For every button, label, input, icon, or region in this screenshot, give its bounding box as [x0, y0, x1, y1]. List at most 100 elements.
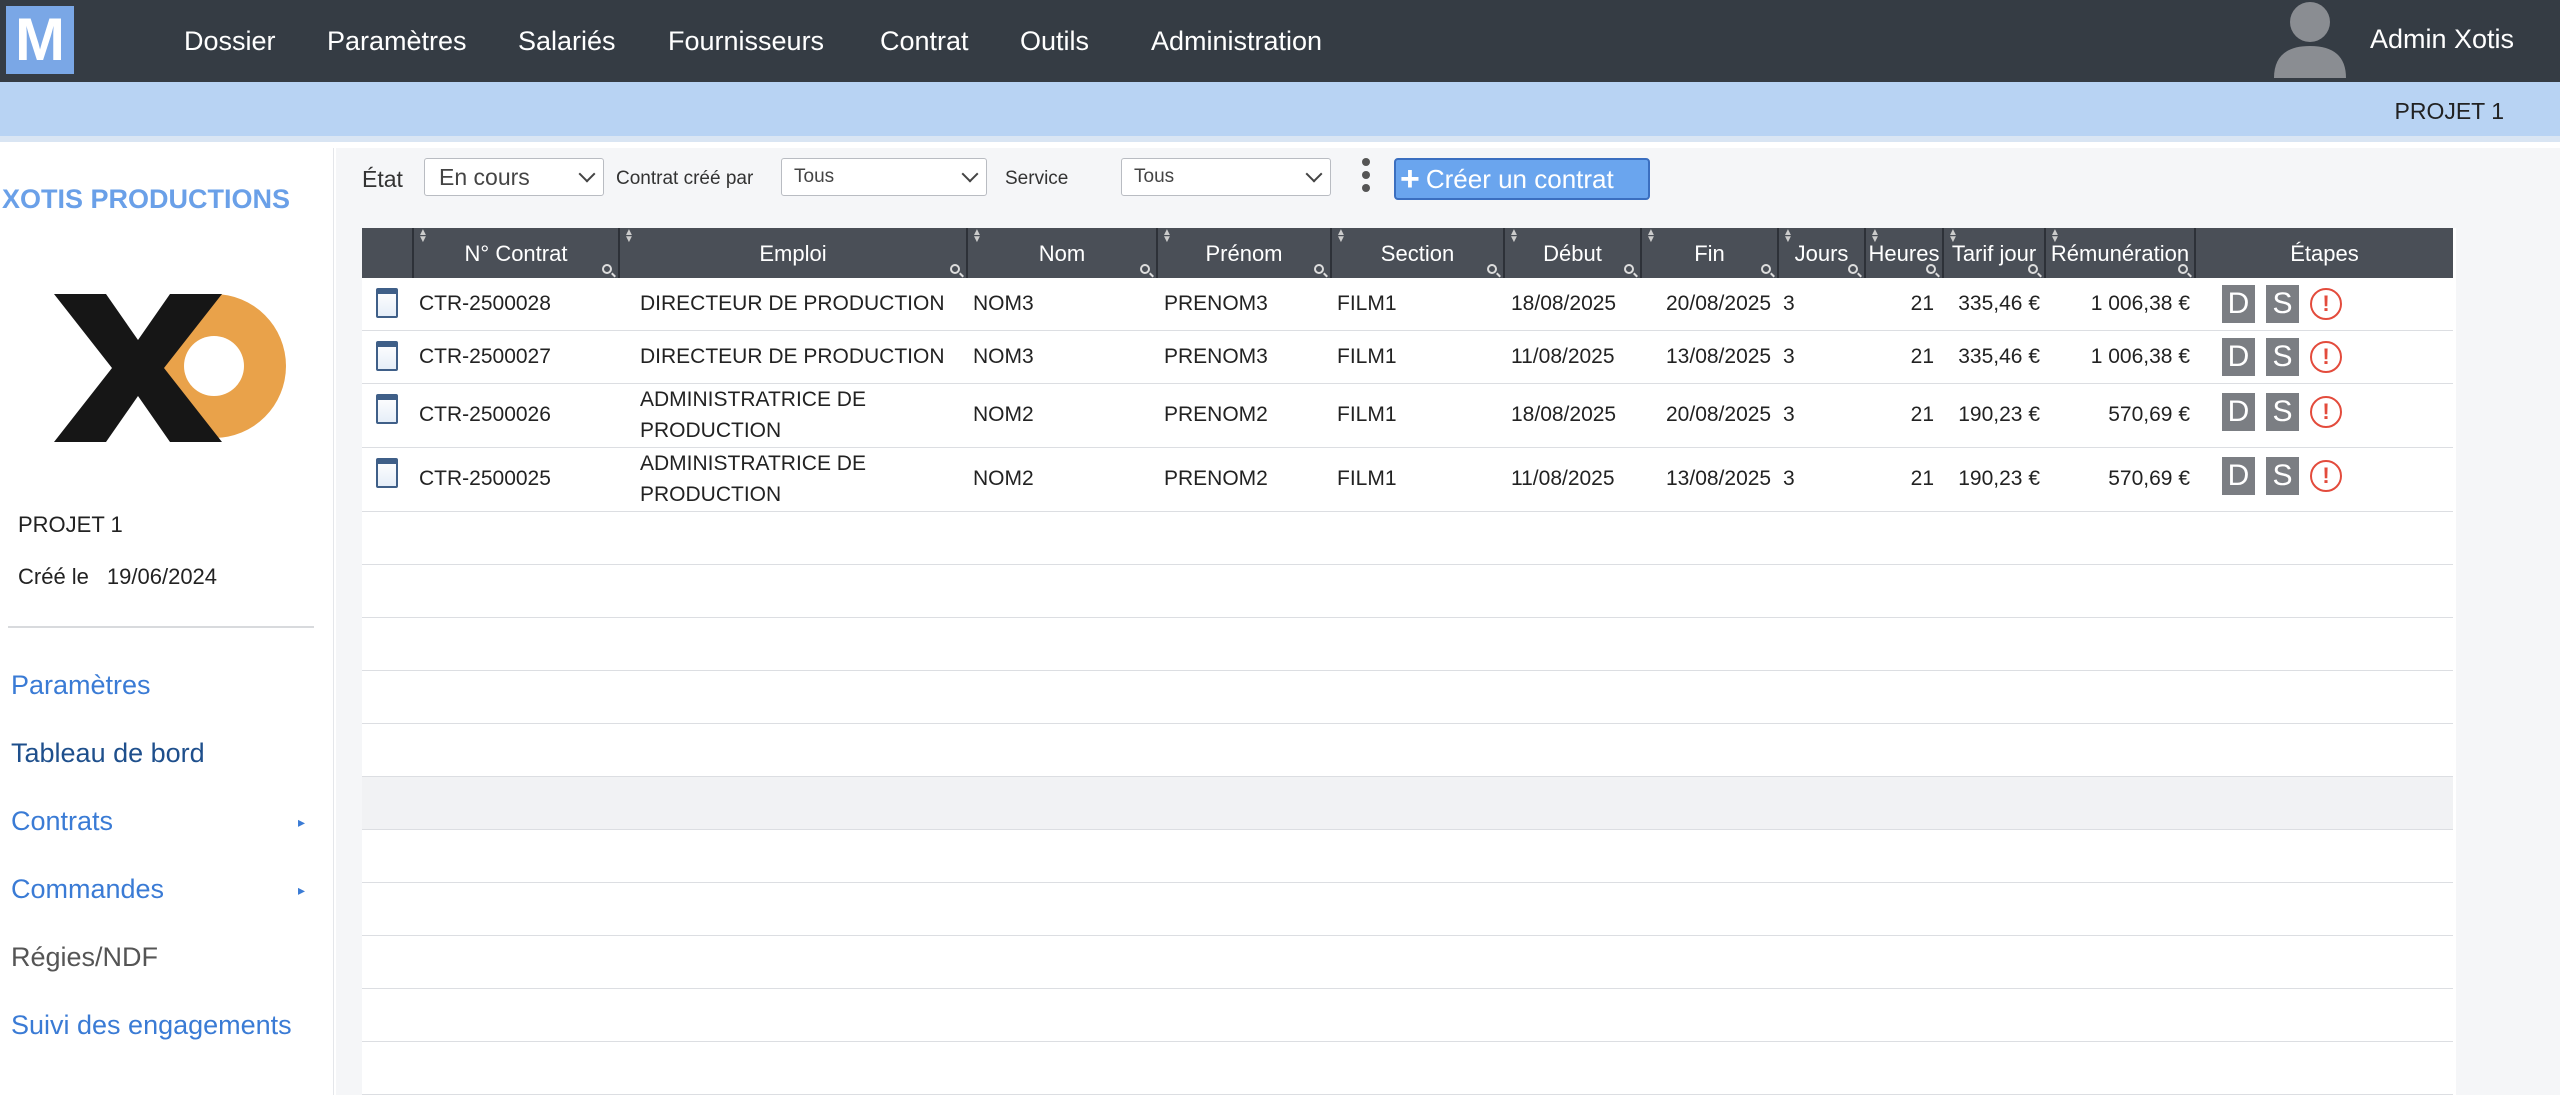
search-icon[interactable]: [602, 264, 612, 274]
sidebar-item-parametres[interactable]: Paramètres: [11, 670, 151, 701]
header-jours-label: Jours: [1794, 241, 1849, 266]
cree-par-select-value: Tous: [794, 166, 835, 187]
nav-fournisseurs[interactable]: Fournisseurs: [668, 26, 824, 57]
nav-contrat[interactable]: Contrat: [880, 26, 969, 57]
cell-jours: 3: [1783, 403, 1795, 426]
warning-icon[interactable]: !: [2310, 341, 2342, 373]
header-remuneration[interactable]: ▲ ▼ Rémunération: [2046, 228, 2196, 278]
search-icon[interactable]: [1487, 264, 1497, 274]
nav-salaries[interactable]: Salariés: [518, 26, 616, 57]
sidebar-item-commandes[interactable]: Commandes: [11, 874, 164, 905]
cell-fin: 13/08/2025: [1666, 467, 1772, 490]
warning-icon[interactable]: !: [2310, 396, 2342, 428]
cell-num-contrat[interactable]: CTR-2500026: [419, 403, 551, 427]
nav-administration[interactable]: Administration: [1151, 26, 1322, 57]
more-options-icon[interactable]: [1356, 158, 1376, 198]
header-jours[interactable]: ▲ ▼ Jours: [1779, 228, 1866, 278]
search-icon[interactable]: [2028, 264, 2038, 274]
app-logo[interactable]: M: [6, 6, 74, 74]
user-name[interactable]: Admin Xotis: [2370, 24, 2514, 55]
step-s-button[interactable]: S: [2266, 457, 2299, 495]
etat-select[interactable]: En cours: [424, 158, 604, 196]
search-icon[interactable]: [1761, 264, 1771, 274]
sort-icon[interactable]: ▲ ▼: [1870, 228, 1880, 245]
header-section[interactable]: ▲ ▼ Section: [1332, 228, 1505, 278]
cell-num-contrat[interactable]: CTR-2500025: [419, 467, 551, 491]
header-tarif-jour[interactable]: ▲ ▼ Tarif jour: [1944, 228, 2046, 278]
project-creation: Créé le 19/06/2024: [18, 564, 217, 590]
sidebar-item-regies-ndf[interactable]: Régies/NDF: [11, 942, 158, 973]
sort-icon[interactable]: ▲ ▼: [1509, 228, 1519, 245]
cell-emploi: ADMINISTRATRICE DE PRODUCTION: [640, 452, 866, 506]
document-icon[interactable]: [376, 458, 398, 488]
search-icon[interactable]: [950, 264, 960, 274]
sort-icon[interactable]: ▲ ▼: [1162, 228, 1172, 245]
table-row[interactable]: CTR-2500027 DIRECTEUR DE PRODUCTION NOM3…: [362, 331, 2453, 384]
document-icon[interactable]: [376, 341, 398, 371]
search-icon[interactable]: [1848, 264, 1858, 274]
main-content: État En cours Contrat créé par Tous Serv…: [336, 148, 2560, 1095]
nav-outils[interactable]: Outils: [1020, 26, 1089, 57]
step-s-button[interactable]: S: [2266, 393, 2299, 431]
header-prenom[interactable]: ▲ ▼ Prénom: [1158, 228, 1332, 278]
sidebar-item-tableau-de-bord[interactable]: Tableau de bord: [11, 738, 205, 769]
search-icon[interactable]: [1140, 264, 1150, 274]
cree-par-select[interactable]: Tous: [781, 158, 987, 196]
header-num-contrat[interactable]: ▲ ▼ N° Contrat: [414, 228, 620, 278]
sort-icon[interactable]: ▲ ▼: [1783, 228, 1793, 245]
empty-row: [362, 1042, 2453, 1095]
header-emploi[interactable]: ▲ ▼ Emploi: [620, 228, 968, 278]
cell-nom: NOM2: [973, 403, 1034, 426]
service-label: Service: [1005, 168, 1069, 189]
search-icon[interactable]: [1314, 264, 1324, 274]
sort-icon[interactable]: ▲ ▼: [2050, 228, 2060, 245]
sidebar-item-contrats[interactable]: Contrats: [11, 806, 113, 837]
cell-num-contrat[interactable]: CTR-2500028: [419, 292, 551, 316]
cell-num-contrat[interactable]: CTR-2500027: [419, 345, 551, 369]
nav-dossier[interactable]: Dossier: [184, 26, 276, 57]
header-debut[interactable]: ▲ ▼ Début: [1505, 228, 1642, 278]
cell-fin: 20/08/2025: [1666, 403, 1772, 426]
warning-icon[interactable]: !: [2310, 288, 2342, 320]
chevron-right-icon[interactable]: ▸: [298, 882, 305, 899]
empty-row: [362, 777, 2453, 830]
nav-parametres[interactable]: Paramètres: [327, 26, 467, 57]
cell-tarif-jour: 335,46 €: [1958, 292, 2040, 315]
sort-icon[interactable]: ▲ ▼: [972, 228, 982, 245]
sort-icon[interactable]: ▲ ▼: [624, 228, 634, 245]
user-avatar-icon[interactable]: [2272, 0, 2348, 78]
step-d-button[interactable]: D: [2222, 338, 2255, 376]
empty-row: [362, 936, 2453, 989]
table-row[interactable]: CTR-2500028 DIRECTEUR DE PRODUCTION NOM3…: [362, 278, 2453, 331]
header-nom[interactable]: ▲ ▼ Nom: [968, 228, 1158, 278]
header-fin[interactable]: ▲ ▼ Fin: [1642, 228, 1779, 278]
document-icon[interactable]: [376, 288, 398, 318]
document-icon[interactable]: [376, 394, 398, 424]
current-project-label: PROJET 1: [2394, 98, 2505, 124]
step-d-button[interactable]: D: [2222, 393, 2255, 431]
cell-debut: 18/08/2025: [1511, 292, 1617, 315]
service-select[interactable]: Tous: [1121, 158, 1331, 196]
sidebar-item-suivi-engagements[interactable]: Suivi des engagements: [11, 1010, 292, 1041]
warning-icon[interactable]: !: [2310, 460, 2342, 492]
sort-icon[interactable]: ▲ ▼: [418, 228, 428, 245]
cell-jours: 3: [1783, 467, 1795, 490]
table-row[interactable]: CTR-2500025 ADMINISTRATRICE DE PRODUCTIO…: [362, 448, 2453, 512]
step-s-button[interactable]: S: [2266, 338, 2299, 376]
search-icon[interactable]: [1624, 264, 1634, 274]
sort-icon[interactable]: ▲ ▼: [1336, 228, 1346, 245]
sort-icon[interactable]: ▲ ▼: [1646, 228, 1656, 245]
search-icon[interactable]: [2178, 264, 2188, 274]
create-contract-button[interactable]: + Créer un contrat: [1394, 158, 1650, 200]
sort-icon[interactable]: ▲ ▼: [1948, 228, 1958, 245]
chevron-right-icon[interactable]: ▸: [298, 814, 305, 831]
table-row[interactable]: CTR-2500026 ADMINISTRATRICE DE PRODUCTIO…: [362, 384, 2453, 448]
step-d-button[interactable]: D: [2222, 457, 2255, 495]
project-bar: PROJET 1: [0, 82, 2560, 142]
step-s-button[interactable]: S: [2266, 285, 2299, 323]
search-icon[interactable]: [1926, 264, 1936, 274]
etat-select-value: En cours: [439, 164, 530, 190]
cell-fin: 13/08/2025: [1666, 345, 1772, 368]
header-heures[interactable]: ▲ ▼ Heures: [1866, 228, 1944, 278]
step-d-button[interactable]: D: [2222, 285, 2255, 323]
